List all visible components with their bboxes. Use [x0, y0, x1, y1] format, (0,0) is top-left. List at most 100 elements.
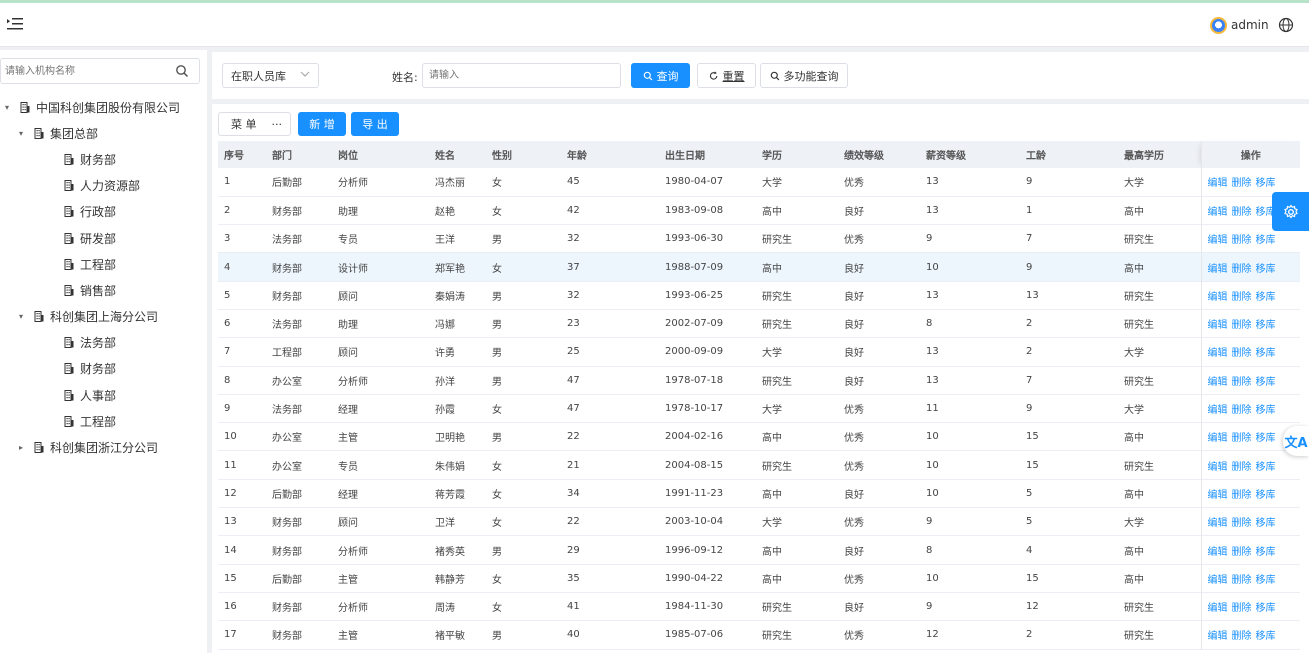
tree-node[interactable]: ▸ 科创集团浙江分公司	[0, 434, 207, 460]
move-link[interactable]: 移库	[1256, 462, 1276, 473]
caret-icon[interactable]: ▾	[16, 312, 26, 321]
user-menu[interactable]: admin	[1210, 15, 1269, 35]
edit-link[interactable]: 编辑	[1208, 178, 1228, 189]
tree-node[interactable]: ▾ 科创集团上海分公司	[0, 304, 207, 330]
delete-link[interactable]: 删除	[1232, 433, 1252, 444]
org-search-input[interactable]	[1, 59, 161, 83]
delete-link[interactable]: 删除	[1232, 603, 1252, 614]
caret-icon[interactable]: ▾	[2, 103, 12, 112]
move-link[interactable]: 移库	[1256, 377, 1276, 388]
move-link[interactable]: 移库	[1256, 603, 1276, 614]
edit-link[interactable]: 编辑	[1208, 292, 1228, 303]
menu-fold-icon[interactable]	[6, 15, 24, 33]
delete-link[interactable]: 删除	[1232, 320, 1252, 331]
delete-link[interactable]: 删除	[1232, 292, 1252, 303]
delete-link[interactable]: 删除	[1232, 377, 1252, 388]
delete-link[interactable]: 删除	[1232, 178, 1252, 189]
table-row[interactable]: 5 财务部 顾问 秦娟涛 男 32 1993-06-25 研究生 良好 13 13 研究生 编辑 删除 移库	[218, 281, 1300, 310]
tree-node[interactable]: 工程部	[0, 408, 207, 434]
edit-link[interactable]: 编辑	[1208, 405, 1228, 416]
delete-link[interactable]: 删除	[1232, 264, 1252, 275]
table-row[interactable]: 15 后勤部 主管 韩静芳 女 35 1990-04-22 高中 优秀 10 15 高中 编辑 删除 移库	[218, 564, 1300, 593]
move-link[interactable]: 移库	[1256, 547, 1276, 558]
edit-link[interactable]: 编辑	[1208, 348, 1228, 359]
move-link[interactable]: 移库	[1256, 575, 1276, 586]
table-row[interactable]: 9 法务部 经理 孙霞 女 47 1978-10-17 大学 优秀 11 9 大学 编辑 删除 移库	[218, 394, 1300, 423]
table-row[interactable]: 8 办公室 分析师 孙洋 男 47 1978-07-18 研究生 良好 13 7 研究生 编辑 删除 移库	[218, 366, 1300, 395]
menu-button[interactable]: 菜 单 ···	[218, 112, 291, 136]
table-row[interactable]: 7 工程部 顾问 许勇 男 25 2000-09-09 大学 良好 13 2 大学 编辑 删除 移库	[218, 337, 1300, 367]
tree-node[interactable]: 人事部	[0, 382, 207, 408]
edit-link[interactable]: 编辑	[1208, 377, 1228, 388]
add-button[interactable]: 新 增	[298, 112, 346, 136]
edit-link[interactable]: 编辑	[1208, 235, 1228, 246]
reset-button[interactable]: 重置	[697, 63, 756, 88]
table-row[interactable]: 11 办公室 专员 朱伟娟 女 21 2004-08-15 研究生 优秀 10 15 研究生 编辑 删除移…	[218, 450, 1300, 480]
delete-link[interactable]: 删除	[1232, 547, 1252, 558]
table-row[interactable]: 17 财务部 主管 褚平敏 男 40 1985-07-06 研究生 优秀 12 2 研究生 编辑 删除 移库	[218, 620, 1300, 650]
move-link[interactable]: 移库	[1256, 631, 1276, 642]
query-button[interactable]: 查询	[631, 63, 690, 88]
advanced-query-button[interactable]: 多功能查询	[760, 63, 848, 88]
move-link[interactable]: 移库	[1256, 518, 1276, 529]
edit-link[interactable]: 编辑	[1208, 575, 1228, 586]
globe-icon[interactable]	[1278, 17, 1294, 33]
move-link[interactable]: 移库	[1256, 348, 1276, 359]
delete-link[interactable]: 删除	[1232, 235, 1252, 246]
move-link[interactable]: 移库	[1256, 235, 1276, 246]
settings-float-button[interactable]	[1272, 192, 1309, 231]
move-link[interactable]: 移库	[1256, 264, 1276, 275]
tree-node[interactable]: ▾ 集团总部	[0, 120, 207, 146]
delete-link[interactable]: 删除	[1232, 207, 1252, 218]
table-row[interactable]: 16 财务部 分析师 周涛 女 41 1984-11-30 研究生 良好 9 12 研究生 编辑 删除 移库	[218, 592, 1300, 621]
table-row[interactable]: 3 法务部 专员 王洋 男 32 1993-06-30 研究生 优秀 9 7 研究生 编辑 删除 移库	[218, 224, 1300, 253]
edit-link[interactable]: 编辑	[1208, 462, 1228, 473]
name-input[interactable]	[422, 63, 621, 88]
table-row[interactable]: 2 财务部 助理 赵艳女 42 1983-09-08 高中 良好 13 1 高中 编辑 删除 移库	[218, 196, 1300, 225]
move-link[interactable]: 移库	[1256, 405, 1276, 416]
tree-node[interactable]: 财务部	[0, 146, 207, 172]
edit-link[interactable]: 编辑	[1208, 320, 1228, 331]
table-row[interactable]: 6 法务部 助理 冯娜 男 23 2002-07-09 研究生 良好 8 2 研究生 编辑 删除 移库	[218, 309, 1300, 338]
edit-link[interactable]: 编辑	[1208, 631, 1228, 642]
delete-link[interactable]: 删除	[1232, 631, 1252, 642]
edit-link[interactable]: 编辑	[1208, 547, 1228, 558]
table-row[interactable]: 14 财务部 分析师 褚秀英 男 29 1996-09-12 高中 良好 8 4 高中 编辑 删除 移库	[218, 535, 1300, 565]
delete-link[interactable]: 删除	[1232, 518, 1252, 529]
move-link[interactable]: 移库	[1256, 490, 1276, 501]
delete-link[interactable]: 删除	[1232, 462, 1252, 473]
tree-node[interactable]: 人力资源部	[0, 173, 207, 199]
move-link[interactable]: 移库	[1256, 178, 1276, 189]
tree-node[interactable]: ▾ 中国科创集团股份有限公司	[0, 94, 207, 120]
delete-link[interactable]: 删除	[1232, 348, 1252, 359]
edit-link[interactable]: 编辑	[1208, 603, 1228, 614]
export-button[interactable]: 导 出	[351, 112, 399, 136]
edit-link[interactable]: 编辑	[1208, 490, 1228, 501]
tree-node[interactable]: 财务部	[0, 356, 207, 382]
edit-link[interactable]: 编辑	[1208, 207, 1228, 218]
table-row[interactable]: 4 财务部 设计师 郑军艳 女 37 1988-07-09 高中 良好 10 9 高中 编辑 删除 移库	[218, 252, 1300, 282]
table-row[interactable]: 10 办公室 主管 卫明艳 男 22 2004-02-16 高中 优秀 10 15 高中 编辑 删除 移库	[218, 422, 1300, 451]
tree-node[interactable]: 销售部	[0, 277, 207, 303]
table-row[interactable]: 12 后勤部 经理 蒋芳霞 女 34 1991-11-23 高中 良好 10 5 高中 编辑 删除 移库	[218, 479, 1300, 508]
caret-icon[interactable]: ▾	[16, 129, 26, 138]
tree-node[interactable]: 工程部	[0, 251, 207, 277]
table-row[interactable]: 1 后勤部 分析师 冯杰丽 女 45 1980-04-07 大学 优秀 13 9 大学 编辑 删除 移库	[218, 168, 1300, 197]
move-link[interactable]: 移库	[1256, 292, 1276, 303]
tree-node[interactable]: 法务部	[0, 330, 207, 356]
edit-link[interactable]: 编辑	[1208, 518, 1228, 529]
edit-link[interactable]: 编辑	[1208, 264, 1228, 275]
edit-link[interactable]: 编辑	[1208, 433, 1228, 444]
tree-node[interactable]: 研发部	[0, 225, 207, 251]
search-icon[interactable]	[175, 64, 189, 78]
caret-icon[interactable]: ▸	[16, 443, 26, 452]
tree-node[interactable]: 行政部	[0, 199, 207, 225]
translate-float-button[interactable]: 文A	[1283, 426, 1309, 456]
table-row[interactable]: 13 财务部 顾问 卫洋 女 22 2003-10-04 大学 优秀 9 5 大学 编辑 删除 移库	[218, 507, 1300, 536]
delete-link[interactable]: 删除	[1232, 490, 1252, 501]
move-link[interactable]: 移库	[1256, 433, 1276, 444]
library-select[interactable]: 在职人员库	[222, 63, 319, 88]
delete-link[interactable]: 删除	[1232, 405, 1252, 416]
move-link[interactable]: 移库	[1256, 320, 1276, 331]
delete-link[interactable]: 删除	[1232, 575, 1252, 586]
